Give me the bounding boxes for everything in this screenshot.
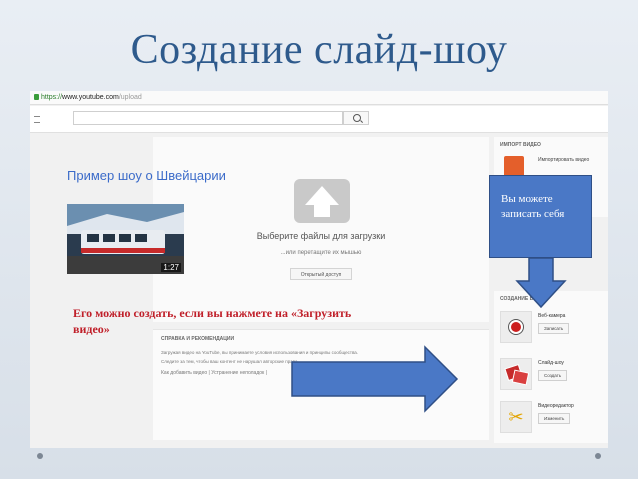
scissors-icon: ✂ [500,401,532,433]
webcam-row: Веб-камера Записать [500,311,608,351]
video-duration: 1:27 [161,263,181,272]
example-show-link[interactable]: Пример шоу о Швейцарии [67,168,226,184]
slideshow-label: Слайд-шоу [538,360,564,366]
slide-title: Создание слайд-шоу [130,27,508,73]
search-icon [353,114,361,122]
video-editor-label: Видеоредактор [538,403,574,409]
url-host: www.youtube.com [62,94,119,101]
example-video-thumbnail[interactable]: 1:27 [67,204,184,274]
create-video-panel: СОЗДАНИЕ ВИДЕО Веб-камера Записать Слайд… [494,291,608,443]
edit-button[interactable]: Изменить [538,413,571,424]
url-scheme: https:// [41,94,63,101]
help-line-copyright: Следите за тем, чтобы ваш контент не нар… [161,359,299,364]
right-arrow-icon [291,345,459,413]
drag-hint: ...или перетащите их мышью [280,250,362,256]
url-path: /upload [118,94,142,101]
webcam-label: Веб-камера [538,313,566,319]
privacy-select[interactable]: Открытый доступ [290,268,352,280]
upload-panel: Выберите файлы для загрузки ...или перет… [153,137,489,322]
webcam-icon [500,311,532,343]
import-heading: ИМПОРТ ВИДЕО [500,142,541,148]
menu-icon[interactable] [34,116,40,123]
video-editor-row: ✂ Видеоредактор Изменить [500,401,608,441]
slide-dot-left [37,453,43,459]
slideshow-row: Слайд-шоу Создать [500,358,608,398]
down-arrow-icon [515,257,567,309]
callout-box: Вы можете записать себя [489,175,592,258]
address-bar[interactable]: https://www.youtube.com/upload [30,91,608,105]
lock-icon [34,94,39,101]
slideshow-icon [500,358,532,390]
instruction-text: Его можно создать, если вы нажмете на «З… [73,306,352,336]
search-input[interactable] [73,111,343,125]
import-video-link[interactable]: Импортировать видео [538,157,589,163]
youtube-header [30,106,608,133]
search-button[interactable] [343,111,369,125]
create-slideshow-button[interactable]: Создать [538,370,568,381]
select-files-label[interactable]: Выберите файлы для загрузки [153,231,489,241]
record-button[interactable]: Записать [538,323,570,334]
slide-dot-right [595,453,601,459]
help-links[interactable]: Как добавить видео | Устранение неполадо… [161,370,267,376]
upload-arrow-icon[interactable] [294,179,350,223]
